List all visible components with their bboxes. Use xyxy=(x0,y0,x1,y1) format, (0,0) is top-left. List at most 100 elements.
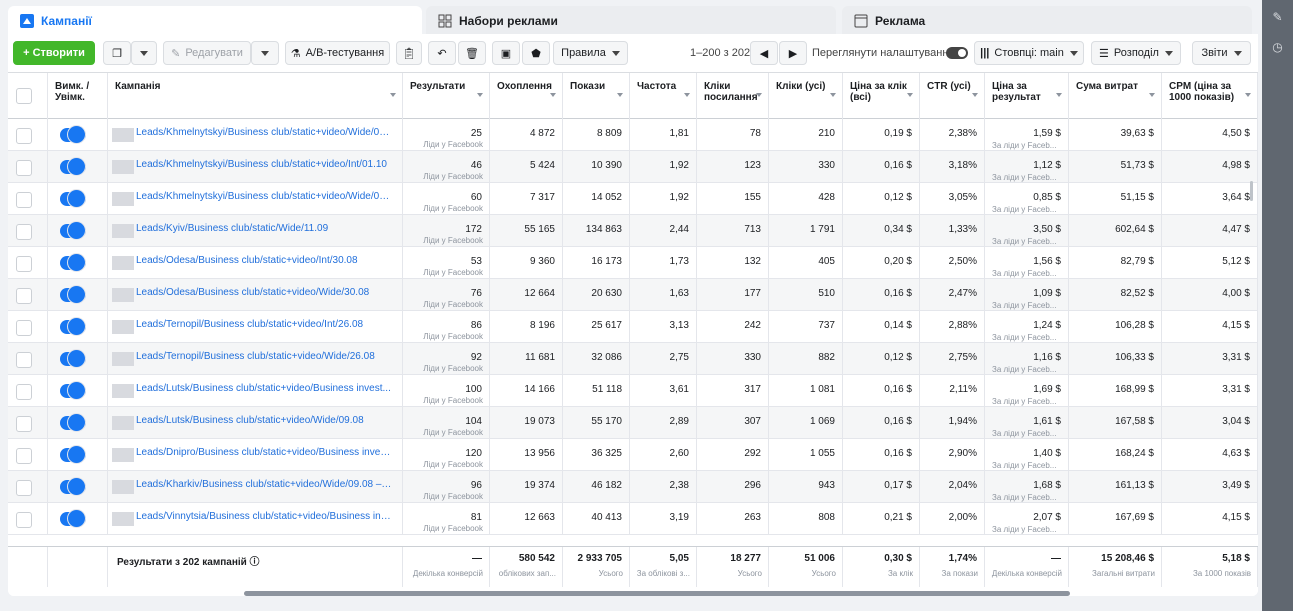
campaign-on-off-toggle[interactable] xyxy=(60,478,86,495)
campaign-on-off-toggle[interactable] xyxy=(60,414,86,431)
clipboard-button[interactable]: 📋︎ xyxy=(396,41,422,65)
vertical-scrollbar[interactable] xyxy=(1250,181,1253,201)
column-header-reach[interactable]: Охоплення xyxy=(490,73,563,119)
row-checkbox[interactable] xyxy=(16,256,32,272)
duplicate-dropdown[interactable] xyxy=(131,41,157,65)
column-header-link_clicks[interactable]: Кліки посилання xyxy=(697,73,769,119)
table-row[interactable]: Leads/Khmelnytskyi/Business club/static+… xyxy=(8,151,1258,183)
row-checkbox[interactable] xyxy=(16,352,32,368)
horizontal-scrollbar[interactable] xyxy=(244,591,1070,596)
campaign-on-off-toggle[interactable] xyxy=(60,318,86,335)
row-checkbox[interactable] xyxy=(16,448,32,464)
redacted-block xyxy=(112,192,134,206)
clock-icon[interactable]: ◷ xyxy=(1271,41,1284,54)
next-page-button[interactable]: ▶ xyxy=(779,41,807,65)
table-row[interactable]: Leads/Dnipro/Business club/static+video/… xyxy=(8,439,1258,471)
column-header-clicks_all[interactable]: Кліки (усі) xyxy=(769,73,843,119)
campaign-on-off-toggle[interactable] xyxy=(60,190,86,207)
column-header-cpc[interactable]: Ціна за клік (всі) xyxy=(843,73,920,119)
campaign-on-off-toggle[interactable] xyxy=(60,254,86,271)
campaign-link[interactable]: Leads/Odesa/Business club/static+video/I… xyxy=(136,255,392,266)
table-row[interactable]: Leads/Ternopil/Business club/static+vide… xyxy=(8,343,1258,375)
column-header-results[interactable]: Результати xyxy=(403,73,490,119)
campaign-link[interactable]: Leads/Khmelnytskyi/Business club/static+… xyxy=(136,127,392,138)
tab-ads[interactable]: Реклама xyxy=(842,6,1252,36)
tab-campaigns[interactable]: Кампанії xyxy=(8,6,422,36)
cell-value: 123 xyxy=(744,160,761,171)
prev-page-button[interactable]: ◀ xyxy=(750,41,778,65)
breakdown-button[interactable]: ☰ Розподіл xyxy=(1091,41,1181,65)
table-row[interactable]: Leads/Khmelnytskyi/Business club/static+… xyxy=(8,183,1258,215)
campaign-link[interactable]: Leads/Lutsk/Business club/static+video/W… xyxy=(136,415,392,426)
campaign-link[interactable]: Leads/Odesa/Business club/static+video/W… xyxy=(136,287,392,298)
campaign-on-off-toggle[interactable] xyxy=(60,126,86,143)
tag-button[interactable]: ⬟ xyxy=(522,41,550,65)
campaign-link[interactable]: Leads/Kharkiv/Business club/static+video… xyxy=(136,479,392,490)
campaign-on-off-toggle[interactable] xyxy=(60,222,86,239)
campaign-on-off-toggle[interactable] xyxy=(60,158,86,175)
campaign-link[interactable]: Leads/Vinnytsia/Business club/static+vid… xyxy=(136,511,392,522)
columns-button[interactable]: ||| Стовпці: main xyxy=(974,41,1084,65)
rules-button[interactable]: Правила xyxy=(553,41,628,65)
table-row[interactable]: Leads/Vinnytsia/Business club/static+vid… xyxy=(8,503,1258,535)
row-checkbox[interactable] xyxy=(16,480,32,496)
table-row[interactable]: Leads/Kyiv/Business club/static/Wide/11.… xyxy=(8,215,1258,247)
campaign-link[interactable]: Leads/Khmelnytskyi/Business club/static+… xyxy=(136,159,392,170)
row-checkbox[interactable] xyxy=(16,384,32,400)
column-header-spend[interactable]: Сума витрат xyxy=(1069,73,1162,119)
select-all-checkbox[interactable] xyxy=(16,88,32,104)
campaign-on-off-toggle[interactable] xyxy=(60,286,86,303)
table-row[interactable]: Leads/Odesa/Business club/static+video/I… xyxy=(8,247,1258,279)
duplicate-button[interactable]: ❐ xyxy=(103,41,131,65)
campaign-on-off-toggle[interactable] xyxy=(60,510,86,527)
campaign-link[interactable]: Leads/Ternopil/Business club/static+vide… xyxy=(136,319,392,330)
footer-value: 18 277 xyxy=(730,553,761,564)
campaign-link[interactable]: Leads/Khmelnytskyi/Business club/static+… xyxy=(136,191,392,202)
column-header-impressions[interactable]: Покази xyxy=(563,73,630,119)
table-row[interactable]: Leads/Lutsk/Business club/static+video/W… xyxy=(8,407,1258,439)
select-all-checkbox-cell[interactable] xyxy=(8,73,48,119)
edit-dropdown[interactable] xyxy=(251,41,279,65)
row-checkbox[interactable] xyxy=(16,160,32,176)
preview-button[interactable]: ▣ xyxy=(492,41,520,65)
undo-button[interactable]: ↶ xyxy=(428,41,456,65)
pencil-icon[interactable]: ✎ xyxy=(1271,11,1284,24)
table-row[interactable]: Leads/Khmelnytskyi/Business club/static+… xyxy=(8,119,1258,151)
campaign-link[interactable]: Leads/Lutsk/Business club/static+video/B… xyxy=(136,383,392,394)
create-button[interactable]: + Створити xyxy=(13,41,95,65)
table-row[interactable]: Leads/Odesa/Business club/static+video/W… xyxy=(8,279,1258,311)
reports-button[interactable]: Звіти xyxy=(1192,41,1251,65)
campaign-on-off-toggle[interactable] xyxy=(60,382,86,399)
footer-summary-cell: Результати з 202 кампаній ⓘ xyxy=(108,547,403,587)
table-row[interactable]: Leads/Ternopil/Business club/static+vide… xyxy=(8,311,1258,343)
ab-test-button[interactable]: ⚗ A/B-тестування xyxy=(285,41,390,65)
row-checkbox[interactable] xyxy=(16,224,32,240)
row-checkbox[interactable] xyxy=(16,320,32,336)
delete-button[interactable]: 🗑︎ xyxy=(458,41,486,65)
view-settings-toggle[interactable] xyxy=(946,47,968,59)
campaign-on-off-toggle[interactable] xyxy=(60,350,86,367)
table-row[interactable]: Leads/Lutsk/Business club/static+video/B… xyxy=(8,375,1258,407)
table-row[interactable]: Leads/Kharkiv/Business club/static+video… xyxy=(8,471,1258,503)
column-header-frequency[interactable]: Частота xyxy=(630,73,697,119)
cell-sublabel: Ліди у Facebook xyxy=(423,364,483,373)
column-header-cpm[interactable]: CPM (ціна за 1000 показів) xyxy=(1162,73,1258,119)
campaign-link[interactable]: Leads/Kyiv/Business club/static/Wide/11.… xyxy=(136,223,392,234)
column-header-campaign[interactable]: Кампанія xyxy=(108,73,403,119)
column-header-ctr[interactable]: CTR (усі) xyxy=(920,73,985,119)
row-checkbox[interactable] xyxy=(16,128,32,144)
row-checkbox[interactable] xyxy=(16,192,32,208)
edit-button[interactable]: ✎ Редагувати xyxy=(163,41,251,65)
row-checkbox[interactable] xyxy=(16,416,32,432)
cell-reach: 19 073 xyxy=(490,407,563,439)
row-checkbox[interactable] xyxy=(16,512,32,528)
campaign-link[interactable]: Leads/Dnipro/Business club/static+video/… xyxy=(136,447,392,458)
column-header-toggle[interactable]: Вимк. / Увімк. xyxy=(48,73,108,119)
row-checkbox[interactable] xyxy=(16,288,32,304)
column-header-cpr[interactable]: Ціна за результат xyxy=(985,73,1069,119)
campaign-link[interactable]: Leads/Ternopil/Business club/static+vide… xyxy=(136,351,392,362)
cell-clicks_all: 330 xyxy=(769,151,843,183)
tab-adsets[interactable]: Набори реклами xyxy=(426,6,836,36)
info-icon[interactable]: ⓘ xyxy=(247,557,260,568)
campaign-on-off-toggle[interactable] xyxy=(60,446,86,463)
